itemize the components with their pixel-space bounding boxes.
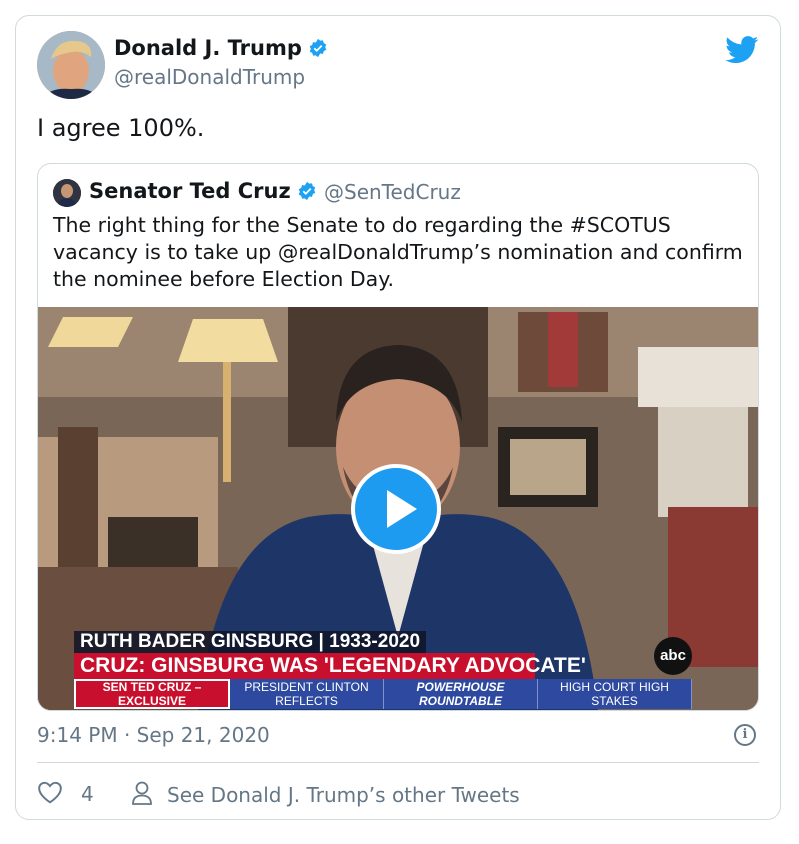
- tweet-timestamp[interactable]: 9:14 PM · Sep 21, 2020: [37, 723, 270, 747]
- author-handle[interactable]: @realDonaldTrump: [114, 65, 305, 89]
- lower-third-top: RUTH BADER GINSBURG | 1933-2020: [74, 631, 427, 653]
- ticker-item: HIGH COURT HIGH STAKES: [538, 679, 692, 709]
- see-other-tweets-label: See Donald J. Trump’s other Tweets: [167, 783, 520, 807]
- network-logo: abc: [654, 637, 692, 675]
- author-avatar[interactable]: [37, 31, 105, 99]
- ticker-item: SEN TED CRUZ – EXCLUSIVE: [74, 679, 230, 709]
- author-name[interactable]: Donald J. Trump: [114, 36, 328, 63]
- divider: [37, 762, 759, 763]
- twitter-bird-icon[interactable]: [725, 36, 759, 68]
- quoted-author-avatar[interactable]: [53, 179, 81, 207]
- quoted-author-name[interactable]: Senator Ted Cruz: [89, 179, 317, 206]
- tweet-text: I agree 100%.: [37, 114, 205, 142]
- verified-badge-icon: [308, 38, 328, 63]
- person-icon: [131, 780, 153, 810]
- ticker-item: POWERHOUSE ROUNDTABLE: [384, 679, 538, 709]
- quoted-author-name-text: Senator Ted Cruz: [89, 179, 291, 203]
- news-ticker: SEN TED CRUZ – EXCLUSIVE PRESIDENT CLINT…: [74, 679, 692, 709]
- quoted-tweet[interactable]: Senator Ted Cruz @SenTedCruz The right t…: [37, 163, 759, 711]
- info-icon[interactable]: i: [734, 724, 756, 746]
- quoted-tweet-text: The right thing for the Senate to do reg…: [53, 213, 743, 291]
- ticker-item: PRESIDENT CLINTON REFLECTS: [230, 679, 384, 709]
- quoted-author-handle[interactable]: @SenTedCruz: [324, 180, 461, 204]
- like-action[interactable]: 4: [37, 780, 94, 808]
- video-player[interactable]: RUTH BADER GINSBURG | 1933-2020 CRUZ: GI…: [38, 307, 758, 710]
- play-button[interactable]: [351, 464, 441, 554]
- verified-badge-icon: [297, 181, 317, 206]
- lower-third-headline: CRUZ: GINSBURG WAS 'LEGENDARY ADVOCATE': [74, 653, 586, 679]
- see-other-tweets-link[interactable]: See Donald J. Trump’s other Tweets: [131, 780, 520, 810]
- heart-icon: [37, 780, 63, 808]
- play-icon: [387, 490, 417, 528]
- like-count: 4: [81, 782, 94, 806]
- author-name-text: Donald J. Trump: [114, 36, 302, 60]
